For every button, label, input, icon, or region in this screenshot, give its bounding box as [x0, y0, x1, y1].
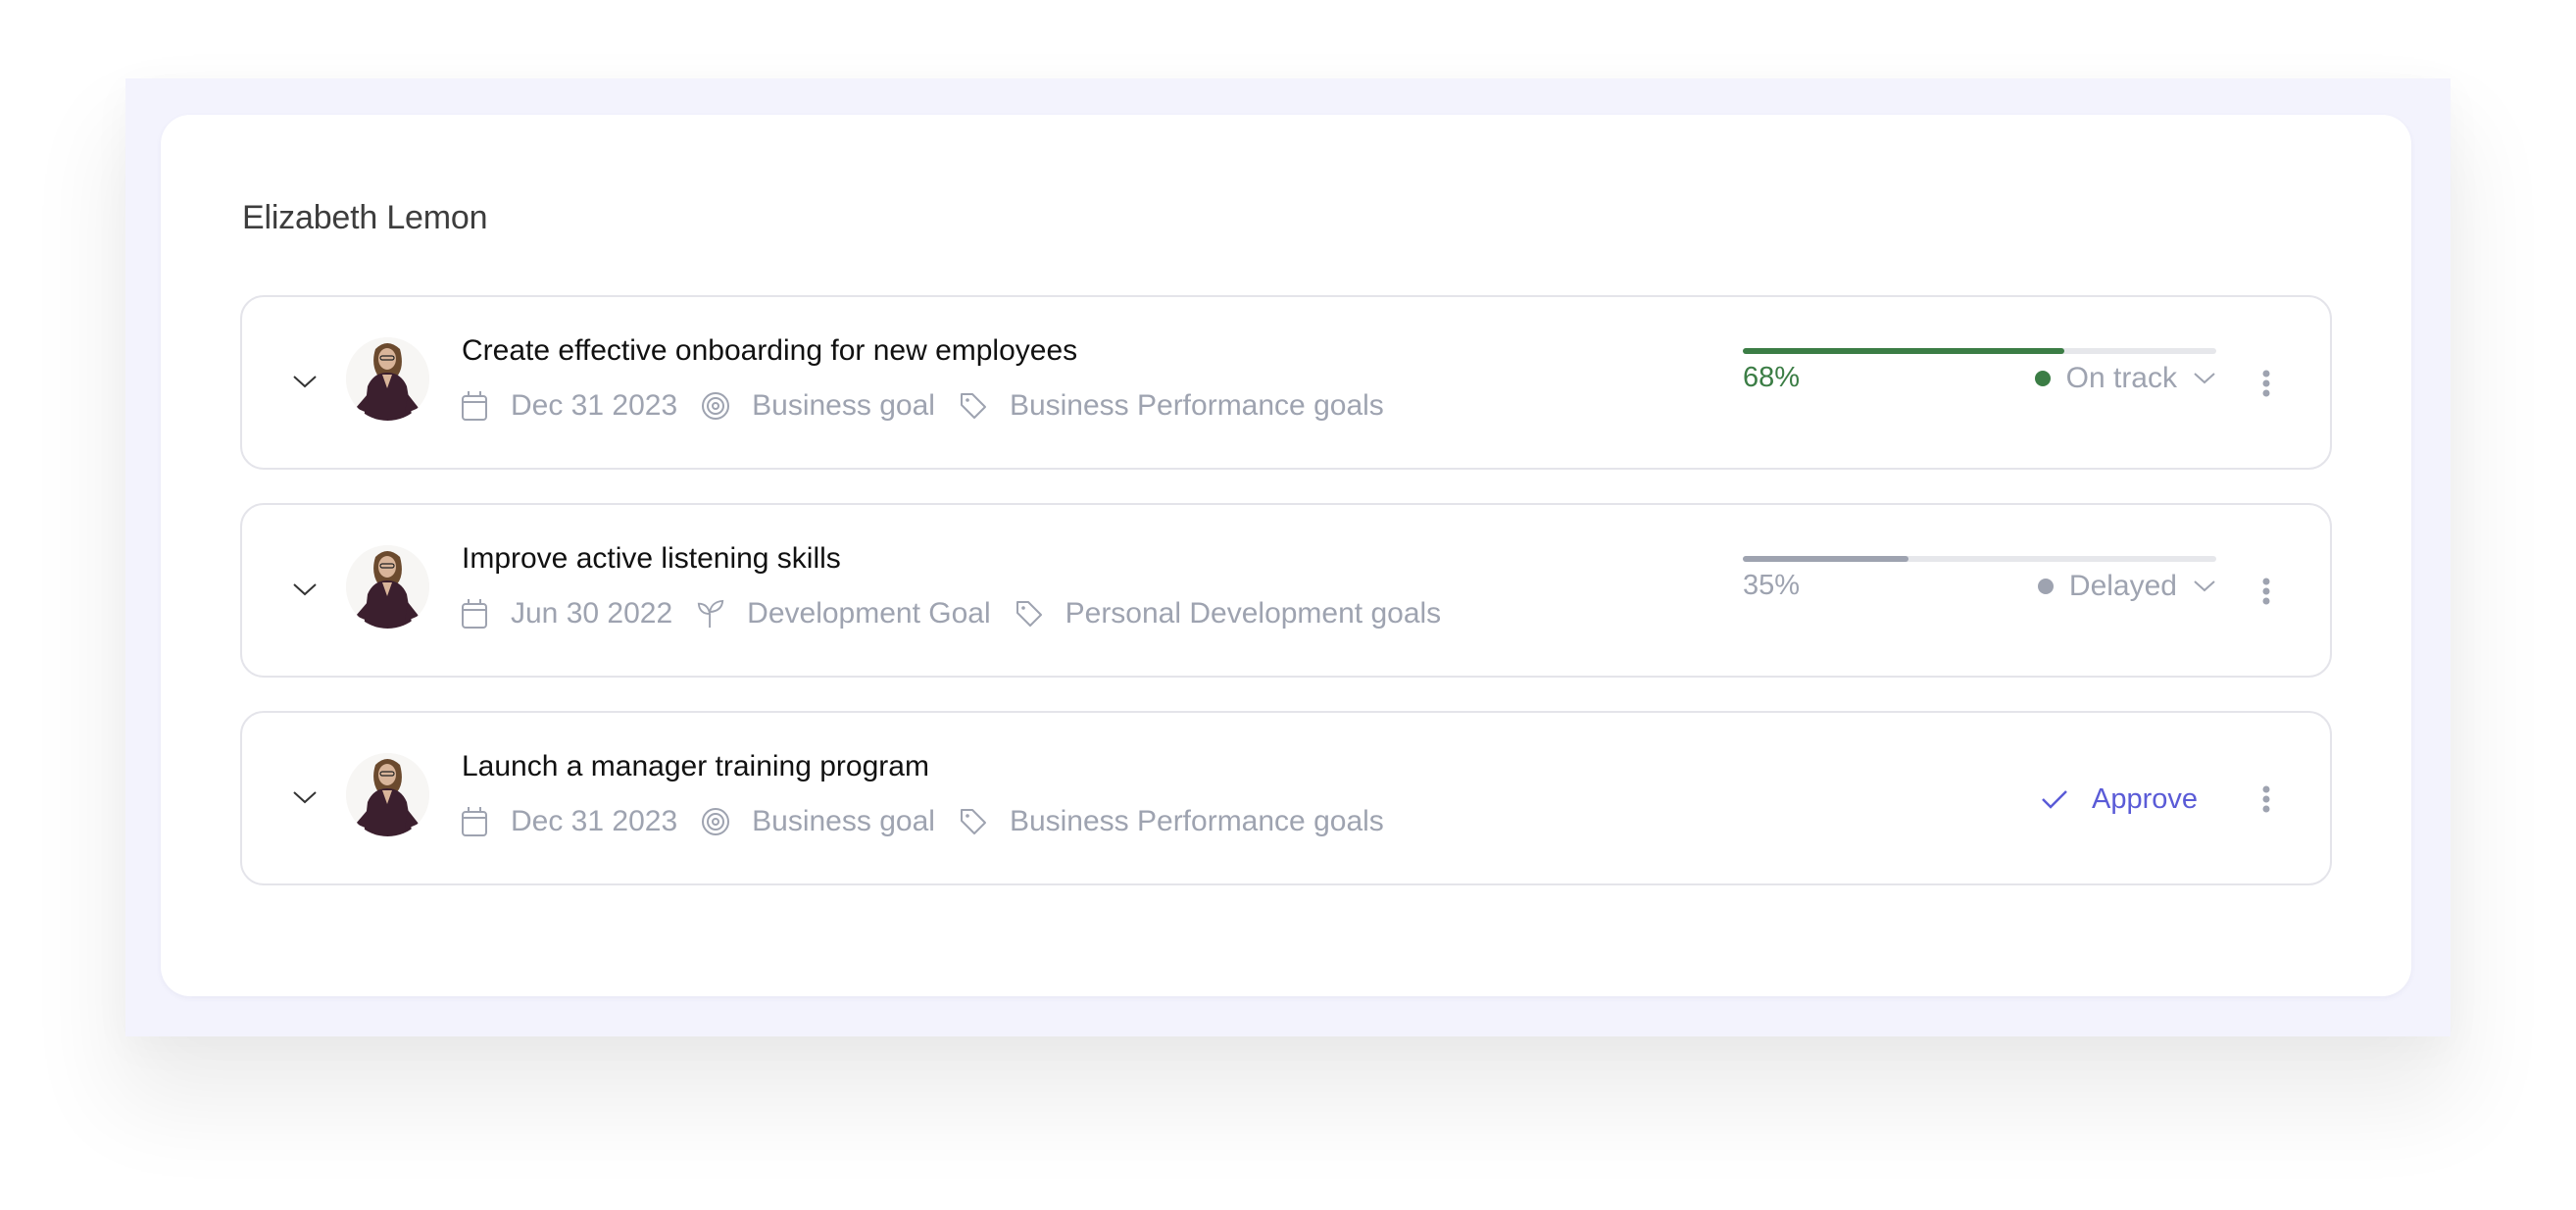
target-icon: [701, 389, 730, 423]
expand-button[interactable]: [285, 362, 324, 401]
approve-button[interactable]: Approve: [2041, 778, 2198, 821]
calendar-icon: [460, 597, 489, 630]
status-dot: [2037, 579, 2054, 594]
owner-name: Elizabeth Lemon: [242, 199, 488, 236]
more-options-button[interactable]: [2252, 362, 2281, 405]
goal-category: Business Performance goals: [1009, 389, 1384, 422]
progress: 68% On track: [1743, 348, 2216, 394]
status-label: Delayed: [2068, 570, 2177, 602]
progress-track: [1743, 348, 2216, 354]
goal-meta: Dec 31 2023 Business goal Business Perfo…: [460, 802, 1408, 841]
progress-percent: 68%: [1743, 362, 1801, 393]
chevron-down-icon: [293, 791, 317, 804]
chevron-down-icon: [2193, 580, 2216, 593]
goal-type: Business goal: [752, 805, 935, 837]
sprout-icon: [696, 597, 725, 630]
progress-track: [1743, 556, 2216, 562]
goal-row: Improve active listening skills Jun 30 2…: [240, 503, 2332, 678]
approve-label: Approve: [2092, 782, 2199, 815]
progress: 35% Delayed: [1743, 556, 2216, 602]
tag-icon: [959, 805, 988, 838]
avatar: [346, 337, 429, 421]
status-dropdown[interactable]: Delayed: [2037, 568, 2216, 605]
expand-button[interactable]: [285, 570, 324, 609]
avatar-image: [346, 545, 429, 629]
more-options-button[interactable]: [2252, 778, 2281, 821]
calendar-icon: [460, 805, 489, 838]
goal-title[interactable]: Launch a manager training program: [462, 750, 929, 783]
progress-fill: [1743, 556, 1909, 562]
goals-card: Elizabeth Lemon Create effective onboard: [161, 115, 2411, 996]
chevron-down-icon: [293, 583, 317, 596]
due-date: Jun 30 2022: [511, 597, 673, 630]
avatar: [346, 753, 429, 836]
goal-category: Personal Development goals: [1065, 597, 1442, 630]
status-dot: [2034, 371, 2051, 386]
goal-title[interactable]: Create effective onboarding for new empl…: [462, 334, 1077, 368]
chevron-down-icon: [293, 376, 317, 388]
goal-category: Business Performance goals: [1009, 805, 1384, 837]
avatar: [346, 545, 429, 629]
goal-title[interactable]: Improve active listening skills: [462, 542, 841, 576]
tag-icon: [1015, 597, 1044, 630]
status-label: On track: [2065, 362, 2177, 394]
goal-meta: Jun 30 2022 Development Goal Personal De…: [460, 594, 1464, 633]
tag-icon: [959, 389, 988, 423]
chevron-down-icon: [2193, 372, 2216, 385]
goal-type: Business goal: [752, 389, 935, 422]
due-date: Dec 31 2023: [511, 805, 678, 837]
calendar-icon: [460, 389, 489, 423]
expand-button[interactable]: [285, 778, 324, 817]
status-dropdown[interactable]: On track: [2034, 360, 2216, 397]
goal-row: Launch a manager training program Dec 31…: [240, 711, 2332, 885]
avatar-image: [346, 337, 429, 421]
due-date: Dec 31 2023: [511, 389, 678, 422]
avatar-image: [346, 753, 429, 836]
kebab-menu-icon: [2262, 370, 2270, 397]
kebab-menu-icon: [2262, 785, 2270, 813]
check-icon: [2042, 790, 2067, 809]
stage: Elizabeth Lemon Create effective onboard: [0, 0, 2576, 1210]
progress-percent: 35%: [1743, 570, 1801, 601]
target-icon: [701, 805, 730, 838]
progress-fill: [1743, 348, 2065, 354]
goal-meta: Dec 31 2023 Business goal Business Perfo…: [460, 386, 1408, 426]
more-options-button[interactable]: [2252, 570, 2281, 613]
goal-row: Create effective onboarding for new empl…: [240, 295, 2332, 470]
goal-type: Development Goal: [747, 597, 991, 630]
kebab-menu-icon: [2262, 578, 2270, 605]
